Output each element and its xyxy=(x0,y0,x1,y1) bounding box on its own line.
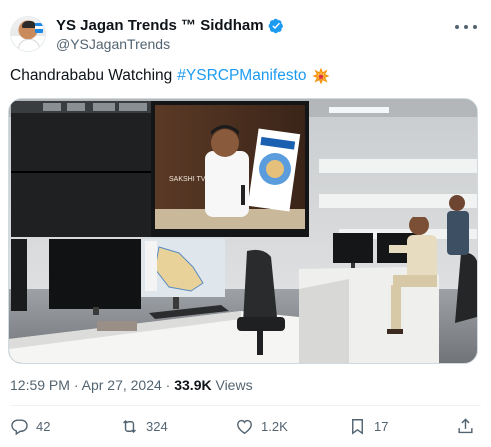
author-handle[interactable]: @YSJaganTrends xyxy=(56,35,284,53)
tweet-meta: 12:59 PM · Apr 27, 2024 · 33.9K Views xyxy=(10,377,253,393)
share-icon xyxy=(458,417,473,433)
divider xyxy=(10,405,481,406)
tv-channel-label: SAKSHI TV xyxy=(169,176,206,183)
bookmark-icon xyxy=(352,418,363,435)
author-names: YS Jagan Trends ™ Siddham @YSJaganTrends xyxy=(56,16,284,53)
meta-separator: · xyxy=(69,377,82,393)
more-options-icon[interactable] xyxy=(455,18,477,36)
retweet-icon xyxy=(123,419,136,433)
collision-icon xyxy=(312,67,330,85)
author-display-name-row[interactable]: YS Jagan Trends ™ Siddham xyxy=(56,16,284,35)
author-display-name[interactable]: YS Jagan Trends ™ Siddham xyxy=(56,16,264,35)
bookmark-button[interactable]: 17 xyxy=(348,414,388,438)
avatar-flag xyxy=(35,23,43,33)
tweet-text: Chandrababu Watching #YSRCPManifesto xyxy=(10,66,330,86)
tweet-body: Chandrababu Watching xyxy=(10,67,173,84)
verified-badge-icon xyxy=(268,18,283,33)
tweet-photo[interactable]: SAKSHI TV xyxy=(8,98,478,364)
tweet-header: YS Jagan Trends ™ Siddham @YSJaganTrends xyxy=(10,12,481,56)
reply-button[interactable]: 42 xyxy=(10,414,50,438)
share-button[interactable] xyxy=(456,414,475,438)
bookmark-count: 17 xyxy=(374,418,389,434)
like-button[interactable]: 1.2K xyxy=(235,414,288,438)
reply-icon xyxy=(11,418,28,435)
hashtag-link[interactable]: #YSRCPManifesto xyxy=(177,66,306,86)
views-count: 33.9K xyxy=(174,377,212,393)
reply-count: 42 xyxy=(36,418,51,434)
tweet-date[interactable]: Apr 27, 2024 xyxy=(82,377,162,393)
avatar-hair xyxy=(22,21,36,28)
meta-separator: · xyxy=(161,377,175,393)
retweet-button[interactable]: 324 xyxy=(120,414,168,438)
action-bar: 42 324 1.2K 17 xyxy=(10,414,480,438)
avatar[interactable] xyxy=(10,16,46,52)
heart-icon xyxy=(237,419,252,434)
like-count: 1.2K xyxy=(261,418,288,434)
photo-scene: SAKSHI TV xyxy=(9,99,477,363)
avatar-body xyxy=(18,39,40,51)
views-label: Views xyxy=(211,377,253,393)
tweet-time[interactable]: 12:59 PM xyxy=(10,377,70,393)
retweet-count: 324 xyxy=(146,418,168,434)
